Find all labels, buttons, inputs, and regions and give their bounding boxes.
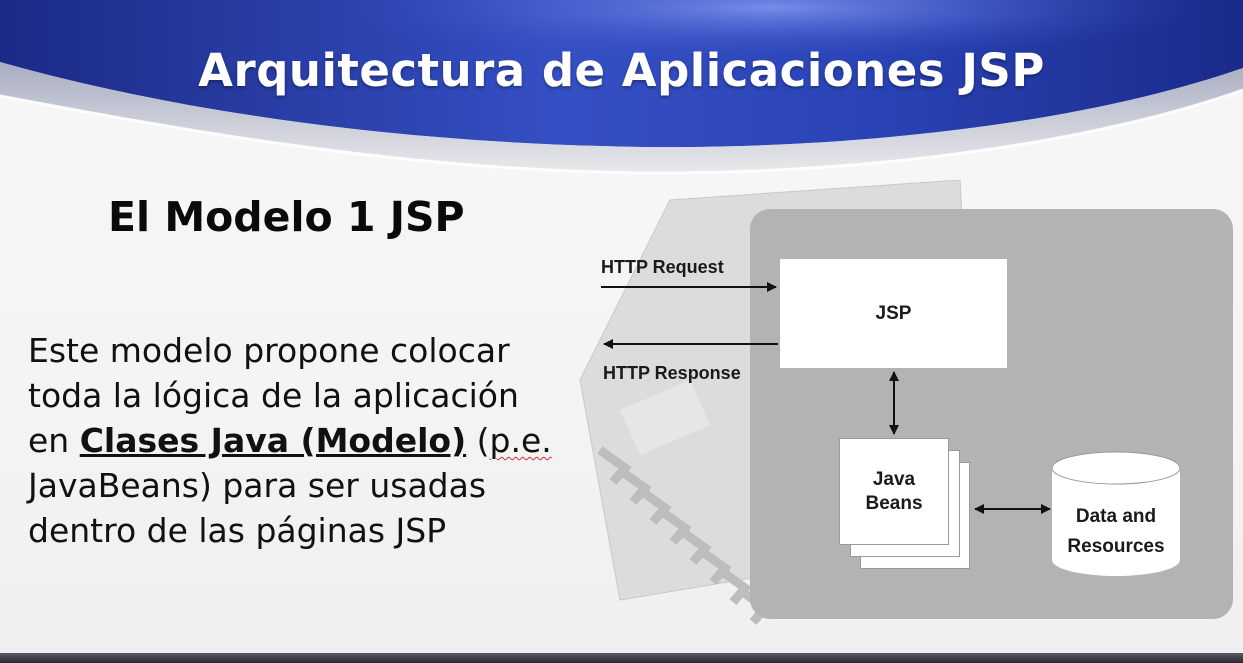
data-resources-label: Data and Resources — [1056, 502, 1176, 562]
bottom-bar — [0, 653, 1243, 663]
data-label-line: Resources — [1067, 536, 1165, 557]
http-request-label: HTTP Request — [601, 257, 724, 277]
http-response-label: HTTP Response — [603, 363, 741, 383]
data-label-line: Data and — [1075, 506, 1157, 527]
diagram-connectors — [601, 282, 1181, 576]
slide: Arquitectura de Aplicaciones JSP El Mode… — [0, 0, 1243, 663]
